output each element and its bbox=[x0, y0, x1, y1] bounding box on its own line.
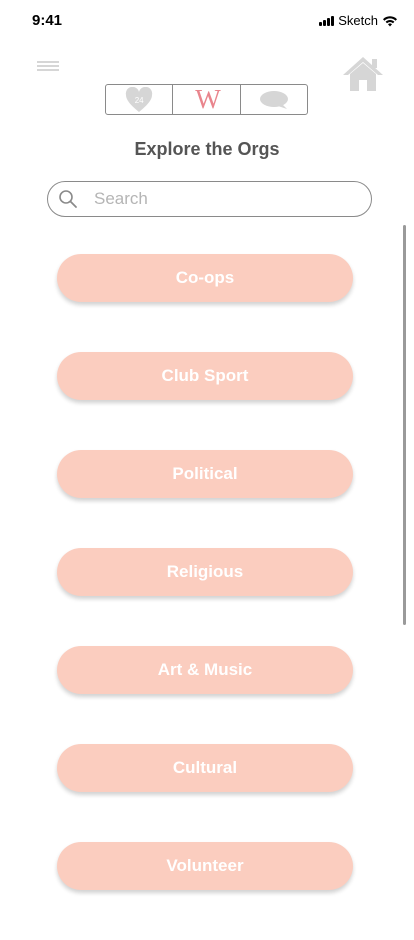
status-indicators: Sketch bbox=[319, 13, 398, 28]
search-bar bbox=[47, 181, 372, 217]
category-button-co-ops[interactable]: Co-ops bbox=[57, 254, 353, 302]
category-button-volunteer[interactable]: Volunteer bbox=[57, 842, 353, 890]
category-button-club-sport[interactable]: Club Sport bbox=[57, 352, 353, 400]
hamburger-icon[interactable] bbox=[37, 61, 59, 71]
page-title: Explore the Orgs bbox=[134, 139, 280, 159]
category-button-religious[interactable]: Religious bbox=[57, 548, 353, 596]
signal-icon bbox=[319, 15, 335, 26]
tab-messages[interactable] bbox=[239, 85, 307, 114]
search-input[interactable] bbox=[94, 185, 354, 213]
status-bar: 9:41 Sketch bbox=[0, 0, 414, 44]
search-icon bbox=[59, 190, 77, 208]
home-icon[interactable] bbox=[342, 55, 384, 93]
status-time: 9:41 bbox=[32, 12, 63, 29]
category-button-cultural[interactable]: Cultural bbox=[57, 744, 353, 792]
view-switcher: 24 W bbox=[105, 84, 308, 115]
chat-bubble-icon bbox=[259, 90, 288, 109]
category-button-political[interactable]: Political bbox=[57, 450, 353, 498]
favorites-count-badge: 24 bbox=[134, 96, 144, 105]
scrollbar[interactable] bbox=[403, 225, 406, 625]
tab-orgs[interactable]: W bbox=[172, 84, 239, 114]
category-list: Co-ops Club Sport Political Religious Ar… bbox=[57, 254, 353, 940]
wifi-icon bbox=[383, 15, 397, 26]
category-button-art-music[interactable]: Art & Music bbox=[57, 646, 353, 694]
logo-w-icon: W bbox=[195, 84, 221, 114]
tab-favorites[interactable]: 24 bbox=[106, 85, 172, 114]
carrier-label: Sketch bbox=[338, 13, 378, 28]
